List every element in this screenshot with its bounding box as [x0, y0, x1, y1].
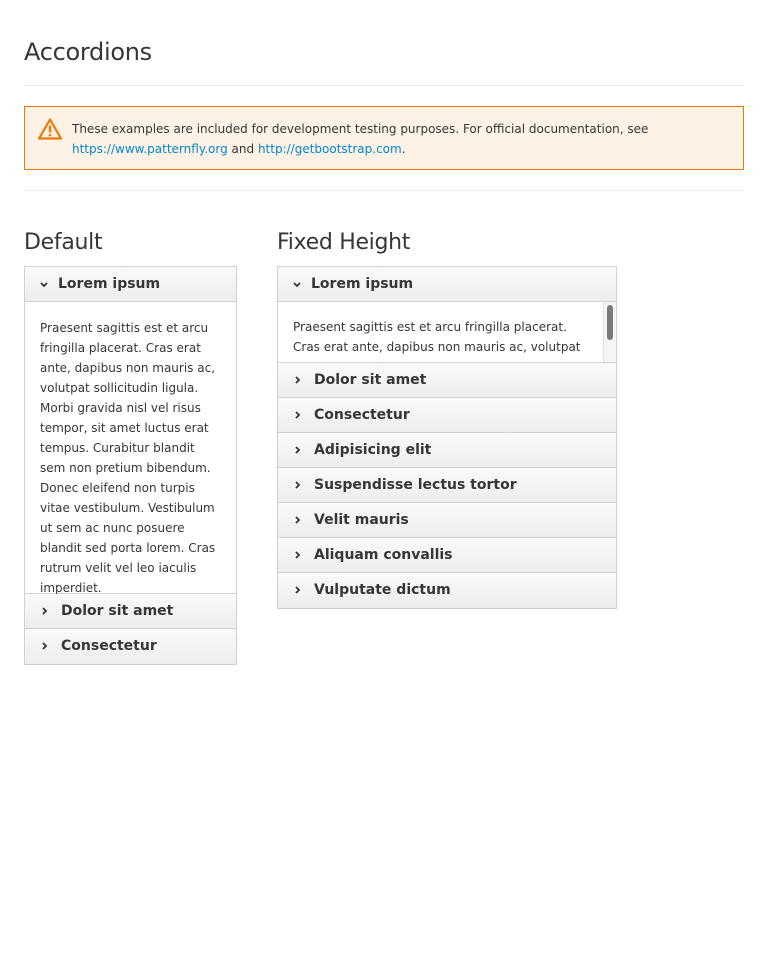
chevron-right-icon [295, 551, 301, 559]
alert-end: . [401, 142, 406, 156]
panel-label: Suspendisse lectus tortor [314, 477, 517, 493]
page-title: Accordions [24, 38, 152, 66]
default-accordion: Lorem ipsum Praesent sagittis est et arc… [24, 266, 237, 665]
bootstrap-link[interactable]: http://getbootstrap.com [258, 142, 402, 156]
warning-alert: These examples are included for developm… [24, 106, 744, 170]
chevron-right-icon [295, 411, 301, 419]
chevron-right-icon [295, 516, 301, 524]
chevron-right-icon [295, 586, 301, 594]
panel-header-dolor-sit-amet[interactable]: Dolor sit amet [278, 363, 616, 398]
panel-header-aliquam-convallis[interactable]: Aliquam convallis [278, 538, 616, 573]
patternfly-link[interactable]: https://www.patternfly.org [72, 142, 228, 156]
section-title-default: Default [24, 230, 103, 255]
panel-body: Praesent sagittis est et arcu fringilla … [25, 302, 236, 595]
panel-header-lorem-ipsum[interactable]: Lorem ipsum [25, 267, 236, 302]
fixed-height-accordion: Lorem ipsum Praesent sagittis est et arc… [277, 266, 617, 609]
alert-and: and [227, 142, 258, 156]
chevron-right-icon [42, 607, 48, 615]
panel-label: Velit mauris [314, 512, 409, 528]
panel-body: Praesent sagittis est et arcu fringilla … [278, 302, 616, 363]
panel-header-dolor-sit-amet[interactable]: Dolor sit amet [25, 594, 236, 629]
panel-header-suspendisse-lectus-tortor[interactable]: Suspendisse lectus tortor [278, 468, 616, 503]
chevron-right-icon [295, 481, 301, 489]
panel-label: Adipisicing elit [314, 442, 432, 458]
section-title-fixed-height: Fixed Height [277, 230, 411, 255]
panel-body-text: Praesent sagittis est et arcu fringilla … [293, 320, 581, 354]
panel-header-lorem-ipsum[interactable]: Lorem ipsum [278, 267, 616, 302]
panel-label: Dolor sit amet [314, 372, 427, 388]
panel-header-velit-mauris[interactable]: Velit mauris [278, 503, 616, 538]
alert-text: These examples are included for developm… [72, 122, 649, 136]
chevron-right-icon [295, 376, 301, 384]
panel-label: Lorem ipsum [58, 276, 161, 292]
panel-header-consectetur[interactable]: Consectetur [278, 398, 616, 433]
panel-header-consectetur[interactable]: Consectetur [25, 629, 236, 664]
chevron-down-icon [293, 282, 301, 288]
scrollbar-thumb[interactable] [607, 305, 613, 340]
panel-label: Vulputate dictum [314, 582, 451, 598]
panel-header-adipisicing-elit[interactable]: Adipisicing elit [278, 433, 616, 468]
chevron-right-icon [295, 446, 301, 454]
panel-label: Consectetur [314, 407, 410, 423]
panel-label: Consectetur [61, 638, 157, 654]
panel-label: Aliquam convallis [314, 547, 453, 563]
chevron-down-icon [40, 282, 48, 288]
panel-label: Lorem ipsum [311, 276, 414, 292]
divider [24, 85, 744, 86]
chevron-right-icon [42, 642, 48, 650]
panel-header-vulputate-dictum[interactable]: Vulputate dictum [278, 573, 616, 608]
divider [24, 190, 744, 191]
scrollbar[interactable] [603, 302, 616, 362]
warning-triangle-icon [38, 118, 62, 140]
panel-label: Dolor sit amet [61, 603, 174, 619]
